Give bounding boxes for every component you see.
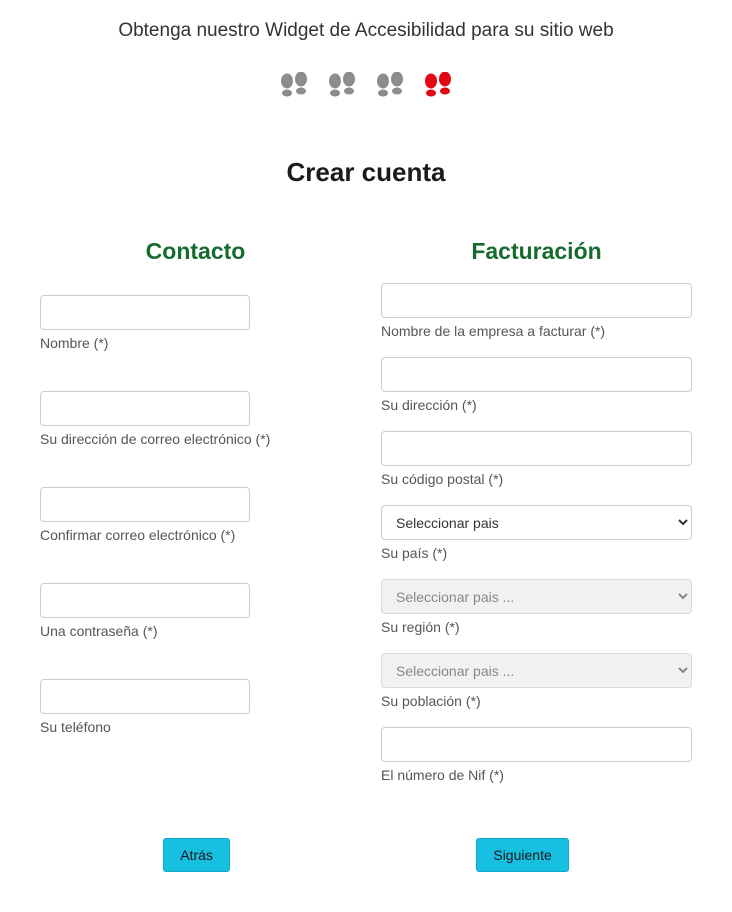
city-label: Su población (*)	[381, 693, 692, 709]
contact-heading: Contacto	[40, 238, 351, 265]
footsteps-icon-current	[421, 72, 455, 107]
postal-label: Su código postal (*)	[381, 471, 692, 487]
name-input[interactable]	[40, 295, 250, 330]
phone-input[interactable]	[40, 679, 250, 714]
page-title: Obtenga nuestro Widget de Accesibilidad …	[0, 20, 732, 42]
contact-column: Contacto Nombre (*) Su dirección de corr…	[40, 238, 351, 783]
country-select[interactable]: Seleccionar pais	[381, 505, 692, 540]
postal-input[interactable]	[381, 431, 692, 466]
address-input[interactable]	[381, 357, 692, 392]
back-button[interactable]: Atrás	[163, 838, 230, 872]
nif-input[interactable]	[381, 727, 692, 762]
nif-label: El número de Nif (*)	[381, 767, 692, 783]
company-input[interactable]	[381, 283, 692, 318]
billing-column: Facturación Nombre de la empresa a factu…	[381, 238, 692, 783]
footsteps-icon	[277, 72, 311, 107]
next-button[interactable]: Siguiente	[476, 838, 568, 872]
billing-heading: Facturación	[381, 238, 692, 265]
email-label: Su dirección de correo electrónico (*)	[40, 431, 351, 447]
region-select: Seleccionar pais ...	[381, 579, 692, 614]
password-label: Una contraseña (*)	[40, 623, 351, 639]
name-label: Nombre (*)	[40, 335, 351, 351]
phone-label: Su teléfono	[40, 719, 351, 735]
address-label: Su dirección (*)	[381, 397, 692, 413]
city-select: Seleccionar pais ...	[381, 653, 692, 688]
password-input[interactable]	[40, 583, 250, 618]
email-confirm-label: Confirmar correo electrónico (*)	[40, 527, 351, 543]
form-heading: Crear cuenta	[0, 157, 732, 188]
region-label: Su región (*)	[381, 619, 692, 635]
footsteps-icon	[325, 72, 359, 107]
footsteps-icon	[373, 72, 407, 107]
company-label: Nombre de la empresa a facturar (*)	[381, 323, 692, 339]
step-indicator	[0, 72, 732, 107]
country-label: Su país (*)	[381, 545, 692, 561]
email-input[interactable]	[40, 391, 250, 426]
email-confirm-input[interactable]	[40, 487, 250, 522]
